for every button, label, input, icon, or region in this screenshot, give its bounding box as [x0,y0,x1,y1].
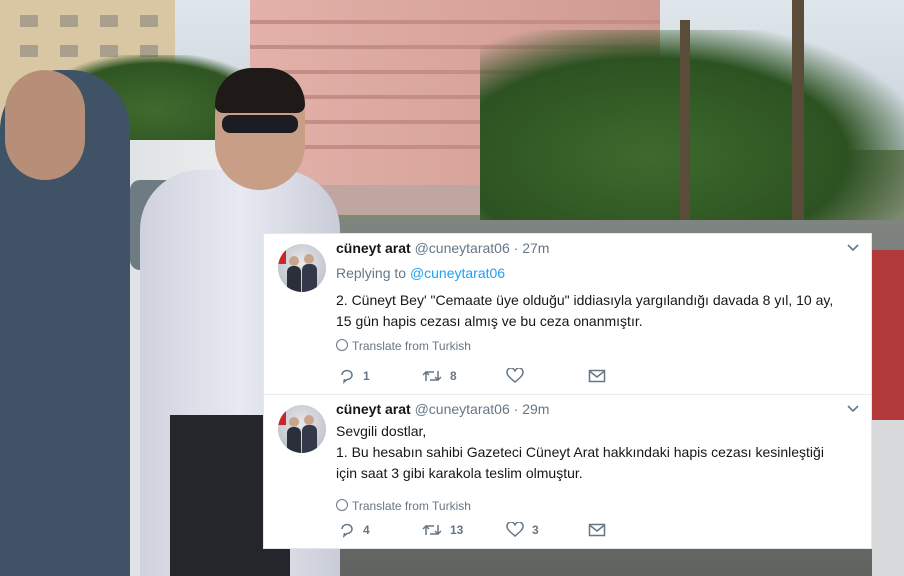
envelope-icon [588,523,606,537]
palm-trunk [792,0,804,230]
person-left [0,70,130,576]
display-name[interactable]: cüneyt arat [336,401,411,417]
trees-right [480,30,904,240]
tweet-line: için saat 3 gibi karakola teslim olmuştu… [336,465,583,481]
reply-icon [341,523,353,538]
timestamp[interactable]: 27m [522,240,549,256]
heart-icon [506,367,524,383]
like-count: 3 [532,523,539,537]
tweet-line: 1. Bu hesabın sahibi Gazeteci Cüneyt Ara… [336,444,824,460]
reply-button[interactable]: 1 [339,368,370,384]
tweet-header: cüneyt arat @cuneytarat06 · 29m [336,401,549,417]
tweet-line: 15 gün hapis cezası almış ve bu ceza ona… [336,313,643,329]
reply-count: 4 [363,523,370,537]
direct-message-button[interactable] [588,368,606,384]
replying-handle-link[interactable]: @cuneytarat06 [410,265,505,281]
heart-icon [506,521,524,537]
avatar[interactable] [278,405,326,453]
tweet-line: Sevgili dostlar, [336,423,427,439]
chevron-down-icon[interactable] [847,401,859,416]
avatar[interactable] [278,244,326,292]
retweet-icon [422,370,442,382]
reply-icon [341,369,353,384]
translate-link[interactable]: Translate from Turkish [336,339,471,353]
handle[interactable]: @cuneytarat06 [415,401,510,417]
envelope-icon [588,369,606,383]
like-button[interactable] [506,367,532,384]
chevron-down-icon[interactable] [847,240,859,255]
tweet[interactable]: cüneyt arat @cuneytarat06 · 27m Replying… [264,234,871,395]
tweet-panel: cüneyt arat @cuneytarat06 · 27m Replying… [263,233,872,549]
retweet-button[interactable]: 8 [422,368,457,384]
white-car-right [872,420,904,576]
separator: · [513,401,519,417]
tweet-line: 2. Cüneyt Bey' "Cemaate üye olduğu" iddi… [336,292,834,308]
timestamp[interactable]: 29m [522,401,549,417]
reply-button[interactable]: 4 [339,522,370,538]
tweet-text: 2. Cüneyt Bey' "Cemaate üye olduğu" iddi… [336,290,856,332]
globe-icon [336,339,348,351]
translate-label: Translate from Turkish [352,499,471,513]
retweet-button[interactable]: 13 [422,522,463,538]
replying-to: Replying to @cuneytarat06 [336,265,505,281]
translate-link[interactable]: Translate from Turkish [336,499,471,513]
like-button[interactable]: 3 [506,521,539,538]
reply-count: 1 [363,369,370,383]
tweet[interactable]: cüneyt arat @cuneytarat06 · 29m Sevgili … [264,395,871,548]
palm-trunk [680,20,690,230]
tweet-text: Sevgili dostlar, 1. Bu hesabın sahibi Ga… [336,421,856,484]
separator: · [513,240,519,256]
retweet-icon [422,524,442,536]
retweet-count: 13 [450,523,464,537]
direct-message-button[interactable] [588,522,606,538]
globe-icon [336,499,348,511]
translate-label: Translate from Turkish [352,339,471,353]
retweet-count: 8 [450,369,457,383]
replying-prefix: Replying to [336,265,407,281]
handle[interactable]: @cuneytarat06 [415,240,510,256]
display-name[interactable]: cüneyt arat [336,240,411,256]
tweet-header: cüneyt arat @cuneytarat06 · 27m [336,240,549,256]
